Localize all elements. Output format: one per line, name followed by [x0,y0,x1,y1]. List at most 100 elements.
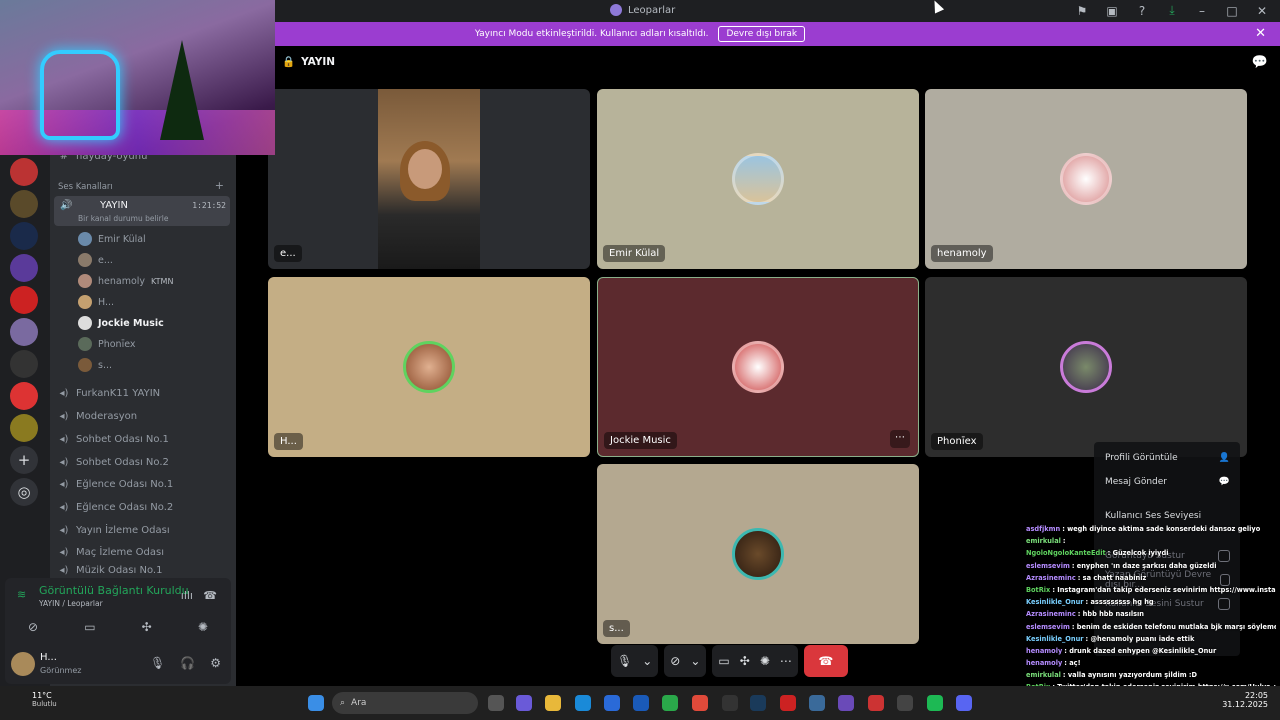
server-icon[interactable] [10,158,38,186]
noise-suppression-icon[interactable]: ıllı [181,589,193,602]
server-icon[interactable] [10,222,38,250]
epic-icon[interactable] [722,695,738,711]
server-icon[interactable] [10,254,38,282]
chat-username: Azrasineminc [1026,573,1076,582]
camera-off-icon[interactable]: ⊘ [670,654,680,668]
menu-send-message[interactable]: Mesaj Gönder 💬 [1105,474,1230,490]
voice-channel[interactable]: ◂) Sohbet Odası No.1 [58,429,230,449]
voice-section-title[interactable]: Ses Kanalları [58,182,113,192]
menu-label: Kullanıcı Ses Seviyesi [1105,511,1202,521]
outlook-icon[interactable] [633,695,649,711]
weather-widget[interactable]: 11°C Bulutlu [12,691,57,708]
voice-member[interactable]: s... [78,356,228,374]
menu-view-profile[interactable]: Profili Görüntüle 👤 [1105,450,1230,466]
chrome-icon[interactable] [692,695,708,711]
camera-control[interactable]: ⊘ ⌄ [664,645,707,677]
video-tile[interactable]: e... [268,89,590,269]
activities-icon[interactable]: ✣ [740,654,750,668]
channel-status-prompt[interactable]: Bir kanal durumu belirle [78,214,168,223]
more-options-icon[interactable]: ⋯ [890,430,910,448]
flag-icon[interactable]: ⚑ [1074,4,1090,18]
chevron-down-icon[interactable]: ⌄ [690,654,700,668]
taskbar-search[interactable]: ⌕ Ara [332,692,478,714]
app-icon[interactable] [780,695,796,711]
voice-member[interactable]: Emir Külal [78,230,228,248]
video-tile[interactable]: Jockie Music ⋯ [597,277,919,457]
taskbar-clock[interactable]: 22:05 31.12.2025 [1222,691,1268,709]
steam-icon[interactable] [750,695,766,711]
app-icon[interactable] [662,695,678,711]
voice-member[interactable]: e... [78,251,228,269]
server-icon[interactable] [10,382,38,410]
voice-channel[interactable]: ◂) Eğlence Odası No.1 [58,474,230,494]
voice-channel[interactable]: ◂) FurkanK11 YAYIN [58,383,230,403]
soundboard-icon[interactable]: ✺ [198,620,208,634]
headphones-icon[interactable]: 🎧 [180,656,195,670]
video-tile[interactable]: Emir Külal [597,89,919,269]
add-server-icon[interactable]: + [10,446,38,474]
inbox-icon[interactable]: ▣ [1104,4,1120,18]
voice-connected-title[interactable]: Görüntülü Bağlantı Kuruldu [39,584,189,597]
avatar[interactable] [11,652,35,676]
file-explorer-icon[interactable] [545,695,561,711]
edge-icon[interactable] [575,695,591,711]
microphone-icon[interactable]: 🎙 [150,656,165,670]
chevron-down-icon[interactable]: ⌄ [642,654,652,668]
app-icon[interactable] [897,695,913,711]
explore-icon[interactable]: ◎ [10,478,38,506]
app-icon[interactable] [838,695,854,711]
close-window-icon[interactable]: ✕ [1254,4,1270,18]
disconnect-icon[interactable]: ☎ [203,589,217,602]
active-voice-channel[interactable]: 🔊 YAYIN Bir kanal durumu belirle 1:21:52 [54,196,230,226]
microphone-icon[interactable]: 🎙 [617,654,632,668]
soundboard-icon[interactable]: ✺ [760,654,770,668]
store-icon[interactable] [604,695,620,711]
video-tile[interactable]: H... [268,277,590,457]
camera-off-icon[interactable]: ⊘ [28,620,38,634]
app-icon[interactable] [868,695,884,711]
screen-share-icon[interactable]: ▭ [84,620,95,634]
screen-share-icon[interactable]: ▭ [718,654,729,668]
spotify-icon[interactable] [927,695,943,711]
activities-icon[interactable]: ✣ [142,620,152,634]
menu-user-volume[interactable]: Kullanıcı Ses Seviyesi [1105,508,1230,524]
minimize-icon[interactable]: – [1194,4,1210,18]
copilot-icon[interactable] [516,695,532,711]
task-view-icon[interactable] [488,695,504,711]
voice-member[interactable]: henamoly KTMN [78,272,228,290]
voice-channel[interactable]: ◂) Moderasyon [58,406,230,426]
more-icon[interactable]: ⋯ [780,654,792,668]
video-tile[interactable]: henamoly [925,89,1247,269]
discord-icon[interactable] [956,695,972,711]
mouse-cursor-icon [929,0,945,14]
download-icon[interactable]: ⤓ [1164,3,1180,18]
voice-member[interactable]: H... [78,293,228,311]
voice-channel[interactable]: ◂) Maç İzleme Odası [58,542,230,562]
voice-member[interactable]: Phonīex [78,335,228,353]
add-channel-icon[interactable]: + [215,179,224,192]
chat-bubble-icon[interactable]: 💬 [1252,55,1268,70]
server-icon[interactable] [10,414,38,442]
app-icon[interactable] [809,695,825,711]
help-icon[interactable]: ? [1134,4,1150,18]
maximize-icon[interactable]: □ [1224,4,1240,18]
video-tile[interactable]: Phonīex [925,277,1247,457]
voice-connected-sub[interactable]: YAYIN / Leoparlar [39,599,103,608]
server-icon[interactable] [10,318,38,346]
chat-text: : valla aynısını yazıyordum şildim :D [1062,671,1197,680]
voice-channel[interactable]: ◂) Eğlence Odası No.2 [58,497,230,517]
voice-channel[interactable]: ◂) Yayın İzleme Odası [58,520,230,540]
server-icon[interactable] [10,286,38,314]
video-tile[interactable]: s... [597,464,919,644]
start-icon[interactable] [308,695,324,711]
voice-channel[interactable]: ◂) Sohbet Odası No.2 [58,452,230,472]
voice-member[interactable]: Jockie Music [78,314,228,332]
voice-channel[interactable]: ◂) Müzik Odası No.1 [58,564,230,576]
disable-streamer-mode-button[interactable]: Devre dışı bırak [718,26,806,42]
mic-control[interactable]: 🎙 ⌄ [611,645,659,677]
settings-gear-icon[interactable]: ⚙ [210,656,221,670]
server-icon[interactable] [10,190,38,218]
close-notice-icon[interactable]: ✕ [1255,26,1266,41]
server-icon[interactable] [10,350,38,378]
hang-up-button[interactable]: ☎ [803,645,848,677]
